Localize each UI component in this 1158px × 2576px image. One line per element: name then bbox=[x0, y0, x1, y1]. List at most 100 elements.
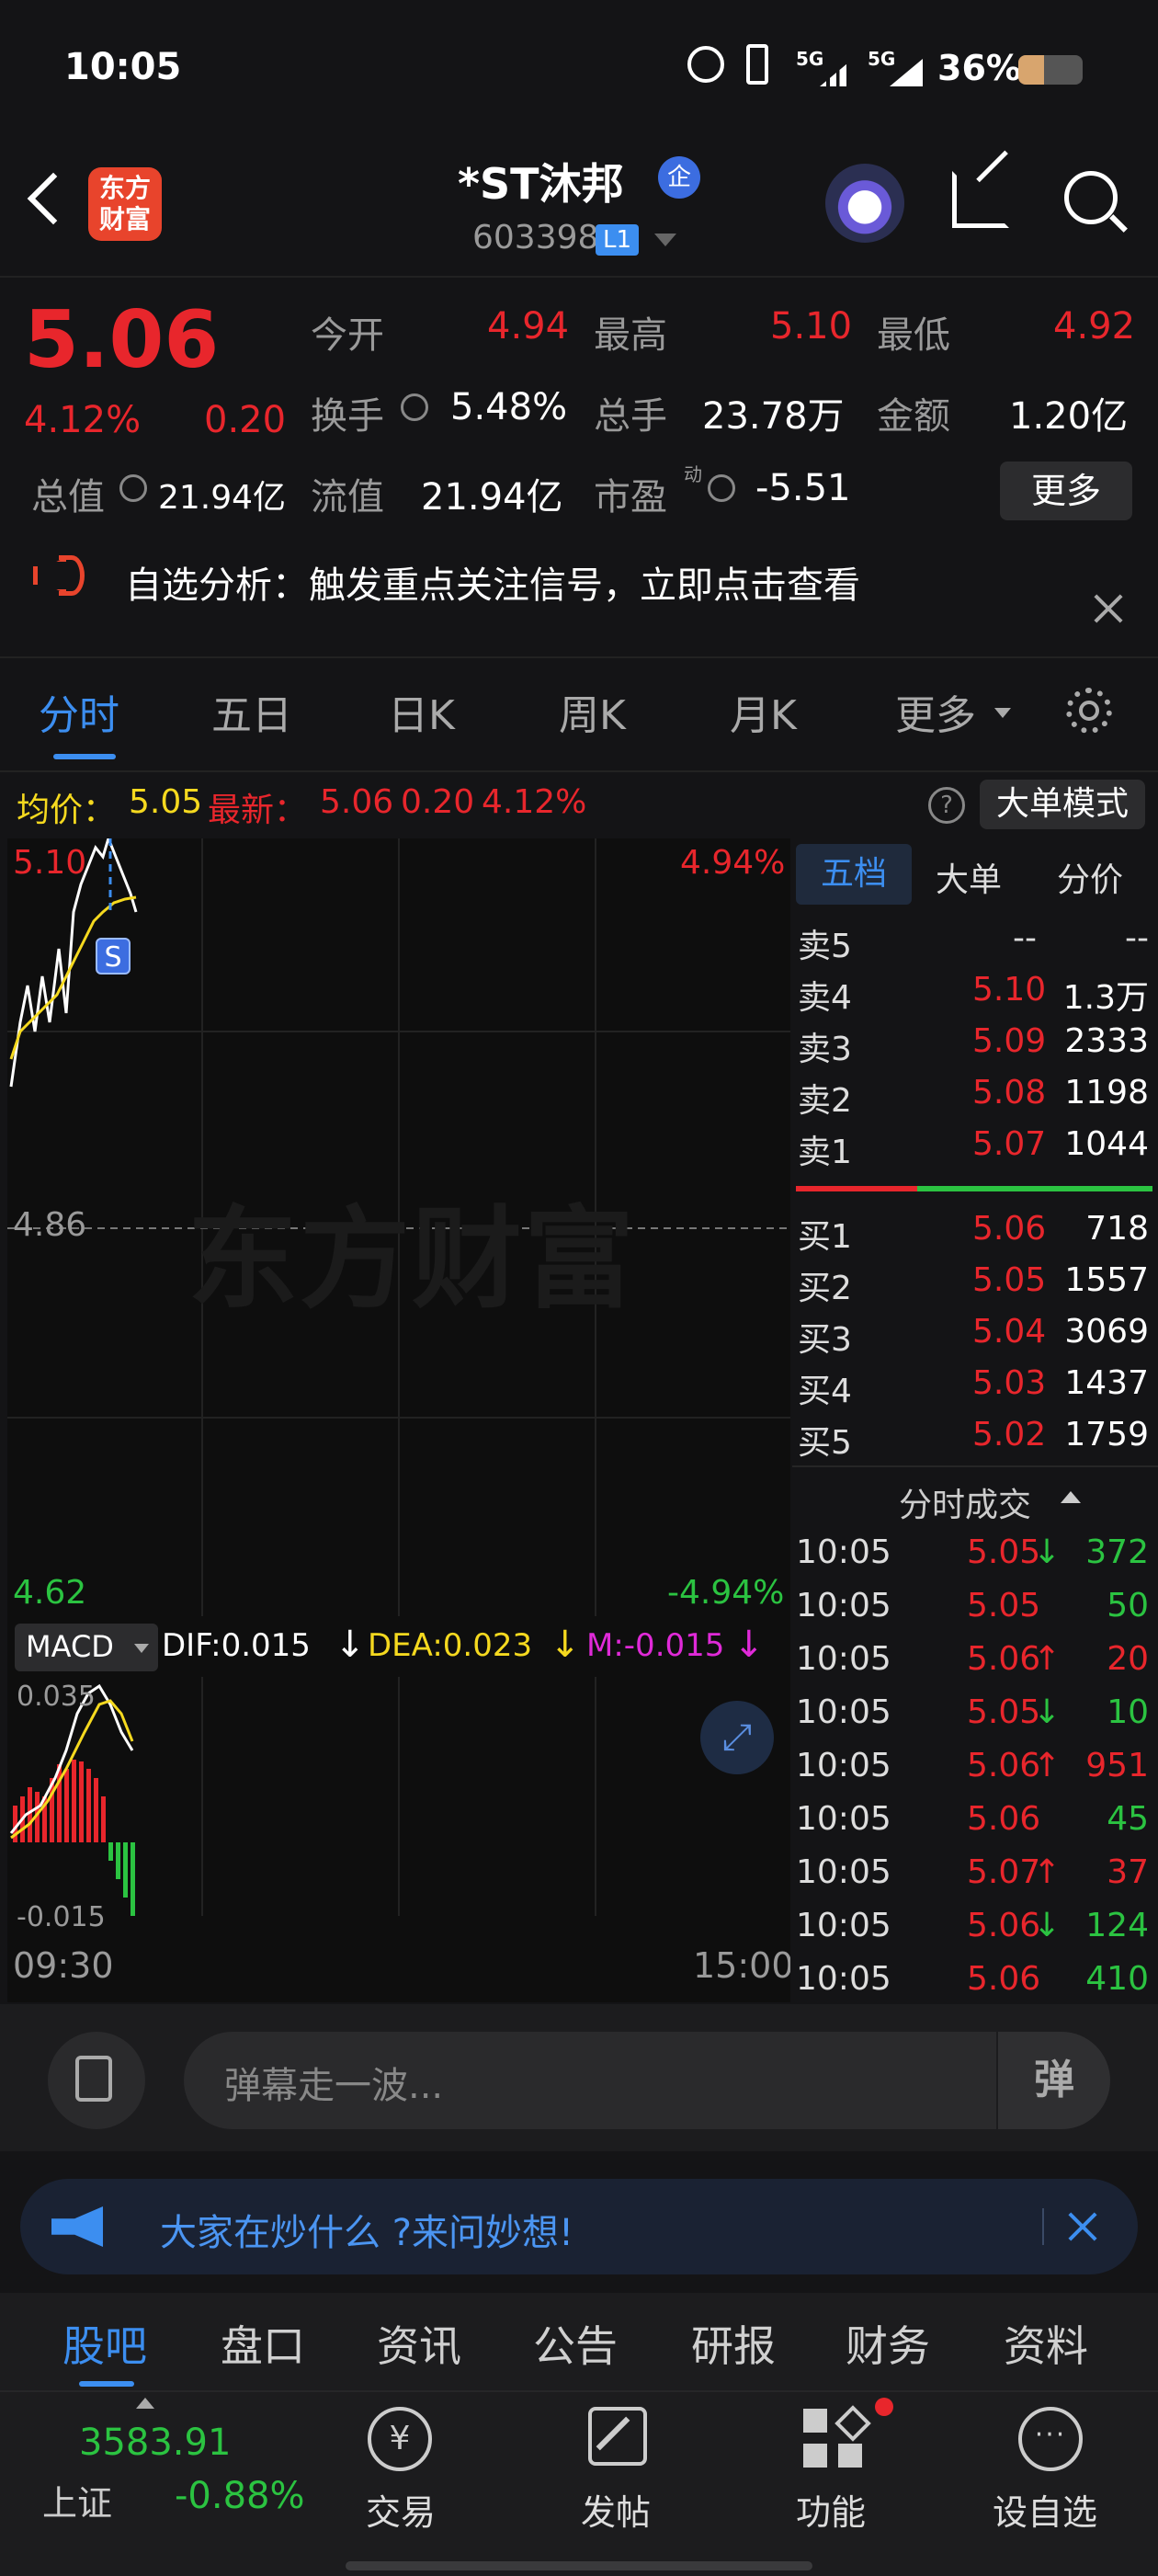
tab-news[interactable]: 资讯 bbox=[377, 2313, 461, 2374]
ask-row[interactable]: 卖2 5.08 1198 bbox=[796, 1068, 1154, 1120]
latest-change: 0.20 bbox=[401, 783, 475, 821]
order-book-tab-big[interactable]: 大单 bbox=[936, 853, 1002, 901]
ask-label: 卖4 bbox=[798, 979, 852, 1017]
enterprise-badge: 企 bbox=[658, 156, 700, 199]
robot-assistant-icon[interactable] bbox=[825, 164, 904, 243]
tab-intraday[interactable]: 分时 bbox=[39, 682, 119, 741]
tab-five-day[interactable]: 五日 bbox=[211, 682, 292, 741]
index-name: 上证 bbox=[42, 2483, 113, 2524]
bid-label: 买4 bbox=[798, 1373, 852, 1410]
sell-marker[interactable]: S bbox=[96, 938, 131, 975]
tab-weekly-k[interactable]: 周K bbox=[559, 682, 626, 741]
trade-time: 10:05 bbox=[796, 1640, 891, 1678]
open-label: 今开 bbox=[311, 314, 384, 357]
tab-finance[interactable]: 财务 bbox=[846, 2313, 930, 2374]
chevron-down-icon bbox=[134, 1644, 149, 1653]
order-book-tab-price[interactable]: 分价 bbox=[1057, 853, 1123, 901]
trade-time: 10:05 bbox=[796, 1747, 891, 1784]
trade-time: 10:05 bbox=[796, 1853, 891, 1891]
change-value: 0.20 bbox=[204, 399, 287, 441]
tab-profile[interactable]: 资料 bbox=[1004, 2313, 1088, 2374]
trade-volume: 50 bbox=[1107, 1587, 1149, 1624]
bid-row[interactable]: 买5 5.02 1759 bbox=[796, 1410, 1154, 1462]
close-icon[interactable] bbox=[1090, 590, 1127, 627]
stock-name: *ST沐邦 bbox=[458, 159, 624, 209]
turnover-value: 5.48% bbox=[450, 386, 568, 428]
index-value[interactable]: 3583.91 bbox=[79, 2422, 231, 2464]
chevron-up-icon bbox=[1061, 1491, 1081, 1503]
trade-icon[interactable]: ¥ bbox=[368, 2407, 432, 2471]
bid-row[interactable]: 买3 5.04 3069 bbox=[796, 1307, 1154, 1359]
bid-row[interactable]: 买1 5.06 718 bbox=[796, 1204, 1154, 1256]
order-book-tab-five[interactable]: 五档 bbox=[796, 844, 912, 905]
trades-header[interactable]: 分时成交 bbox=[792, 1469, 1158, 1528]
divider bbox=[792, 1465, 1158, 1467]
dock-trade-label[interactable]: 交易 bbox=[366, 2484, 436, 2535]
ask-row[interactable]: 卖4 5.10 1.3万 bbox=[796, 965, 1154, 1017]
bid-price: 5.04 bbox=[972, 1313, 1047, 1351]
tab-research[interactable]: 研报 bbox=[691, 2313, 776, 2374]
edit-doc-icon[interactable] bbox=[48, 2032, 145, 2129]
trade-time: 10:05 bbox=[796, 1693, 891, 1731]
ask-row[interactable]: 卖1 5.07 1044 bbox=[796, 1120, 1154, 1171]
chevron-down-icon[interactable] bbox=[654, 234, 676, 246]
alarm-icon bbox=[687, 46, 724, 83]
danmaku-button[interactable]: 弹 bbox=[996, 2032, 1110, 2129]
chart-tabs: 分时 五日 日K 周K 月K 更多 bbox=[0, 682, 1158, 774]
dock-add-watchlist-label[interactable]: 设自选 bbox=[993, 2484, 1097, 2535]
more-button[interactable]: 更多 bbox=[1000, 462, 1132, 520]
ask-label: 卖5 bbox=[798, 928, 852, 965]
trade-price: 5.06 bbox=[967, 1960, 1041, 1998]
ask-price: 5.09 bbox=[972, 1022, 1047, 1060]
ask-row[interactable]: 卖3 5.09 2333 bbox=[796, 1017, 1154, 1068]
dock-function-label[interactable]: 功能 bbox=[796, 2484, 866, 2535]
trade-row: 10:05 5.06 410 bbox=[796, 1953, 1154, 2006]
y-top-pct-label: 4.94% bbox=[680, 844, 786, 882]
battery-percent: 36% bbox=[937, 48, 1021, 88]
chevron-up-icon[interactable] bbox=[136, 2398, 154, 2409]
ask-volume: 1198 bbox=[1064, 1074, 1149, 1111]
ask-row[interactable]: 卖5 -- -- bbox=[796, 914, 1154, 965]
index-change: -0.88% bbox=[175, 2475, 305, 2517]
intraday-chart[interactable]: 东方财富 5.10 4.94% 4.86 4.62 -4.94% S bbox=[7, 838, 790, 1616]
add-watchlist-icon[interactable]: ··· bbox=[1018, 2407, 1083, 2471]
trade-row: 10:05 5.05 ↓ 10 bbox=[796, 1686, 1154, 1739]
post-icon[interactable] bbox=[588, 2407, 647, 2466]
trade-volume: 37 bbox=[1107, 1853, 1149, 1891]
big-order-mode-button[interactable]: 大单模式 bbox=[980, 780, 1145, 829]
dock-post-label[interactable]: 发帖 bbox=[581, 2484, 651, 2535]
trade-price: 5.05 bbox=[967, 1587, 1041, 1624]
info-icon[interactable] bbox=[401, 393, 428, 421]
macd-panel: MACD DIF:0.015 ↓ DEA:0.023 ↓ M:-0.015 ↓ … bbox=[7, 1616, 790, 1933]
tab-daily-k[interactable]: 日K bbox=[388, 682, 455, 741]
info-icon[interactable] bbox=[119, 474, 147, 502]
trade-volume: 951 bbox=[1085, 1747, 1149, 1784]
macd-selector[interactable]: MACD bbox=[15, 1624, 158, 1671]
help-icon[interactable]: ? bbox=[928, 787, 965, 824]
bid-label: 买2 bbox=[798, 1270, 852, 1307]
back-icon[interactable] bbox=[27, 172, 80, 225]
stock-code: 603398 bbox=[472, 219, 599, 256]
level-badge[interactable]: L1 bbox=[596, 224, 640, 256]
analysis-banner[interactable]: 自选分析：触发重点关注信号，立即点击查看 bbox=[0, 544, 1158, 656]
tab-announcements[interactable]: 公告 bbox=[533, 2313, 618, 2374]
trade-volume: 410 bbox=[1085, 1960, 1149, 1998]
home-indicator bbox=[346, 2561, 812, 2570]
tab-pankou[interactable]: 盘口 bbox=[221, 2313, 305, 2374]
trade-direction: ↓ bbox=[1033, 1693, 1062, 1731]
volume-label: 总手 bbox=[594, 395, 667, 438]
trade-volume: 45 bbox=[1107, 1800, 1149, 1838]
bid-row[interactable]: 买2 5.05 1557 bbox=[796, 1256, 1154, 1307]
promo-banner[interactable]: 大家在炒什么 ?来问妙想! bbox=[20, 2179, 1138, 2274]
tab-monthly-k[interactable]: 月K bbox=[730, 682, 797, 741]
ask-volume: 2333 bbox=[1064, 1022, 1149, 1060]
ask-price: -- bbox=[1013, 919, 1037, 957]
tab-guba[interactable]: 股吧 bbox=[62, 2313, 147, 2374]
tab-more[interactable]: 更多 bbox=[895, 682, 976, 741]
bid-row[interactable]: 买4 5.03 1437 bbox=[796, 1359, 1154, 1410]
info-icon[interactable] bbox=[708, 474, 735, 502]
dea-value: DEA:0.023 bbox=[368, 1627, 533, 1664]
close-icon[interactable] bbox=[1064, 2208, 1101, 2245]
expand-icon[interactable]: ⤢ bbox=[700, 1701, 774, 1774]
app-logo[interactable]: 东方 财富 bbox=[88, 167, 162, 241]
